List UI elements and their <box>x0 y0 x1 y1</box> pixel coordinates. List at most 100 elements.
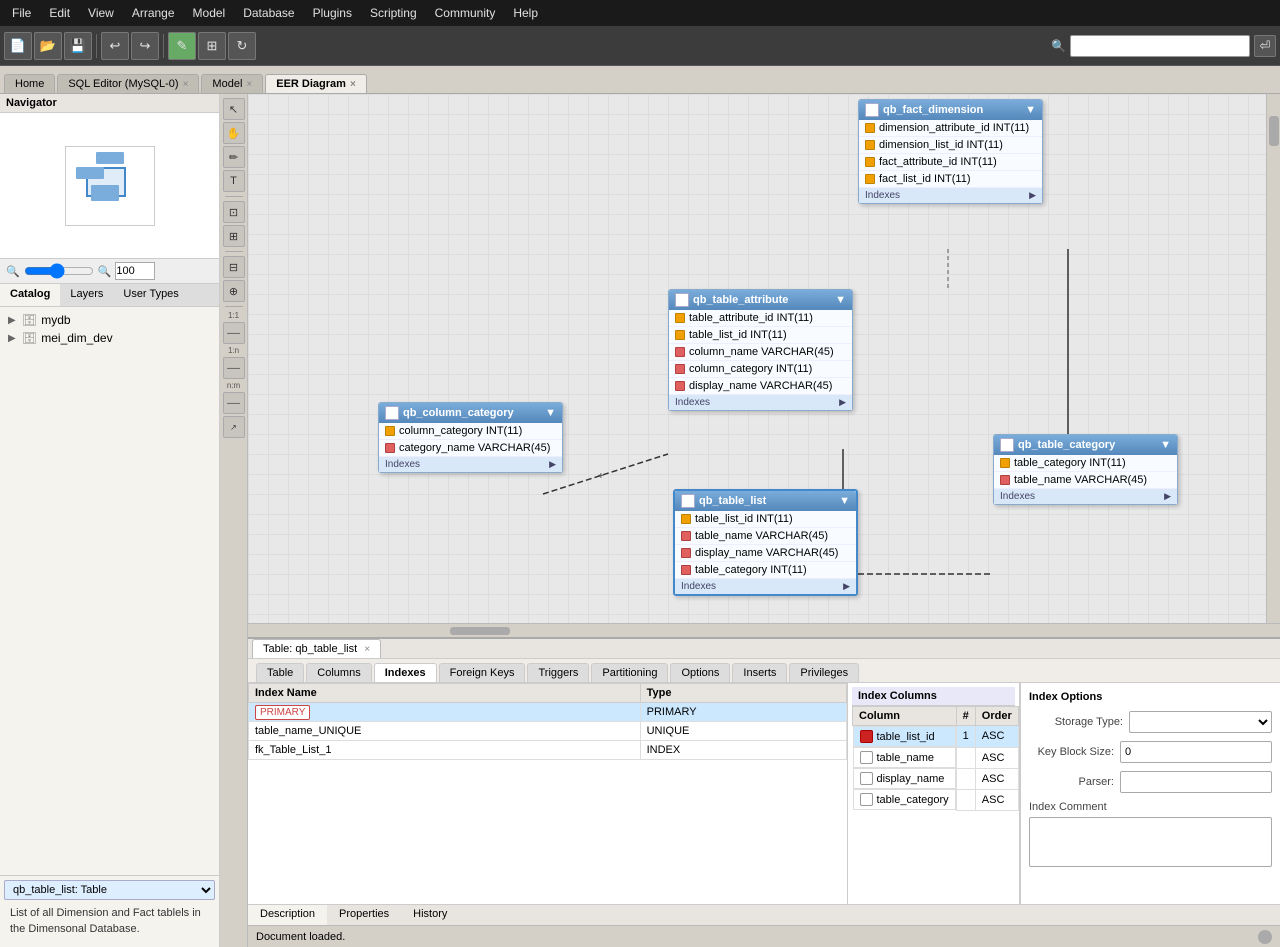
ic-row-display-name[interactable]: display_name ASC 0 <box>853 768 1021 789</box>
navigator-preview[interactable] <box>0 113 219 258</box>
eer-indexes-attr[interactable]: Indexes ▶ <box>669 395 852 410</box>
tab-eer-diagram[interactable]: EER Diagram × <box>265 74 367 93</box>
vscroll-thumb[interactable] <box>1269 116 1279 146</box>
te-tab-columns[interactable]: Columns <box>306 663 371 682</box>
eer-field-attr-4[interactable]: column_category INT(11) <box>669 361 852 378</box>
eer-field-fact-dim-4[interactable]: fact_list_id INT(11) <box>859 171 1042 188</box>
index-row-primary[interactable]: PRIMARY PRIMARY <box>249 703 847 722</box>
diagram-hscroll[interactable] <box>248 623 1280 637</box>
tab-model[interactable]: Model × <box>201 74 263 93</box>
eer-table-qb-table-attribute[interactable]: qb_table_attribute ▼ table_attribute_id … <box>668 289 853 411</box>
pencil-tool-button[interactable]: ✏ <box>223 146 245 168</box>
key-block-size-input[interactable] <box>1120 741 1272 763</box>
bottom-tab-close[interactable]: × <box>364 644 370 655</box>
menu-database[interactable]: Database <box>235 4 302 22</box>
eer-indexes-col-cat[interactable]: Indexes ▶ <box>379 457 562 472</box>
zoom-out-icon[interactable]: 🔍 <box>6 265 20 278</box>
save-button[interactable]: 💾 <box>64 32 92 60</box>
storage-type-select[interactable] <box>1129 711 1272 733</box>
footer-tab-description[interactable]: Description <box>248 905 327 925</box>
menu-arrange[interactable]: Arrange <box>124 4 183 22</box>
select-tool-button[interactable]: ↖ <box>223 98 245 120</box>
te-tab-foreign-keys[interactable]: Foreign Keys <box>439 663 526 682</box>
index-comment-textarea[interactable] <box>1029 817 1272 867</box>
sidebar-tab-catalog[interactable]: Catalog <box>0 284 60 306</box>
zoom-fit-button[interactable]: ⊡ <box>223 201 245 223</box>
relation-1-1-button[interactable]: ── <box>223 322 245 344</box>
eer-field-fact-dim-1[interactable]: dimension_attribute_id INT(11) <box>859 120 1042 137</box>
eer-table-qb-table-category[interactable]: qb_table_category ▼ table_category INT(1… <box>993 434 1178 505</box>
tab-home[interactable]: Home <box>4 74 55 93</box>
sidebar-tab-user-types[interactable]: User Types <box>113 284 188 306</box>
te-tab-inserts[interactable]: Inserts <box>732 663 787 682</box>
eer-indexes-fact-dim[interactable]: Indexes ▶ <box>859 188 1042 203</box>
footer-tab-history[interactable]: History <box>401 905 459 925</box>
relation-n-m-button[interactable]: ── <box>223 392 245 414</box>
new-button[interactable]: 📄 <box>4 32 32 60</box>
expand-icon-tbl-cat[interactable]: ▼ <box>1160 439 1171 451</box>
ic-cell-check-4[interactable]: table_category <box>853 789 956 810</box>
ic-row-table-name[interactable]: table_name ASC 0 <box>853 747 1021 768</box>
te-tab-options[interactable]: Options <box>670 663 730 682</box>
tab-sql-editor-close[interactable]: × <box>183 79 189 90</box>
eer-table-qb-fact-dimension[interactable]: qb_fact_dimension ▼ dimension_attribute_… <box>858 99 1043 204</box>
index-row-fk[interactable]: fk_Table_List_1 INDEX <box>249 741 847 760</box>
copy-table-button[interactable]: ⊕ <box>223 280 245 302</box>
footer-tab-properties[interactable]: Properties <box>327 905 401 925</box>
tab-sql-editor[interactable]: SQL Editor (MySQL-0) × <box>57 74 199 93</box>
menu-edit[interactable]: Edit <box>41 4 78 22</box>
eer-field-col-cat-1[interactable]: column_category INT(11) <box>379 423 562 440</box>
menu-help[interactable]: Help <box>505 4 546 22</box>
tab-eer-diagram-close[interactable]: × <box>350 79 356 90</box>
eer-field-tbl-list-2[interactable]: table_name VARCHAR(45) <box>675 528 856 545</box>
zoom-in-icon[interactable]: 🔍 <box>98 265 112 278</box>
search-input[interactable] <box>1070 35 1250 57</box>
text-tool-button[interactable]: T <box>223 170 245 192</box>
ic-cell-check-2[interactable]: table_name <box>853 747 956 768</box>
toggle-button[interactable]: ⊞ <box>198 32 226 60</box>
eer-field-attr-2[interactable]: table_list_id INT(11) <box>669 327 852 344</box>
hscroll-thumb[interactable] <box>450 627 510 635</box>
eer-field-attr-3[interactable]: column_name VARCHAR(45) <box>669 344 852 361</box>
ic-row-table-list-id[interactable]: table_list_id 1 ASC 0 <box>853 726 1021 748</box>
zoom-in-button[interactable]: ⊞ <box>223 225 245 247</box>
refresh-button[interactable]: ↻ <box>228 32 256 60</box>
index-row-unique[interactable]: table_name_UNIQUE UNIQUE <box>249 722 847 741</box>
menu-view[interactable]: View <box>80 4 122 22</box>
eer-field-tbl-cat-1[interactable]: table_category INT(11) <box>994 455 1177 472</box>
parser-input[interactable] <box>1120 771 1272 793</box>
fk-button[interactable]: ↗ <box>223 416 245 438</box>
eer-field-col-cat-2[interactable]: category_name VARCHAR(45) <box>379 440 562 457</box>
table-selector-dropdown[interactable]: qb_table_list: Table <box>4 880 215 900</box>
relation-1-n-button[interactable]: ── <box>223 357 245 379</box>
expand-icon-tbl-list[interactable]: ▼ <box>839 495 850 507</box>
ic-row-table-category[interactable]: table_category ASC 0 <box>853 789 1021 810</box>
redo-button[interactable]: ↪ <box>131 32 159 60</box>
diagram-vscroll[interactable] <box>1266 94 1280 623</box>
sidebar-tab-layers[interactable]: Layers <box>60 284 113 306</box>
te-tab-indexes[interactable]: Indexes <box>374 663 437 682</box>
menu-community[interactable]: Community <box>427 4 504 22</box>
eer-field-fact-dim-3[interactable]: fact_attribute_id INT(11) <box>859 154 1042 171</box>
search-submit-button[interactable]: ⏎ <box>1254 35 1276 57</box>
te-tab-privileges[interactable]: Privileges <box>789 663 859 682</box>
ic-cell-check-1[interactable]: table_list_id <box>853 726 956 747</box>
eer-field-fact-dim-2[interactable]: dimension_list_id INT(11) <box>859 137 1042 154</box>
eer-table-qb-table-list[interactable]: qb_table_list ▼ table_list_id INT(11) ta… <box>673 489 858 596</box>
te-tab-table[interactable]: Table <box>256 663 304 682</box>
expand-icon-attr[interactable]: ▼ <box>835 294 846 306</box>
diagram-canvas[interactable]: + qb_fact_dimension ▼ <box>248 94 1266 623</box>
te-tab-partitioning[interactable]: Partitioning <box>591 663 668 682</box>
expand-icon-fact-dim[interactable]: ▼ <box>1025 104 1036 116</box>
expand-icon-col-cat[interactable]: ▼ <box>545 407 556 419</box>
tree-item-mei-dim-dev[interactable]: ▶ 🗄 mei_dim_dev <box>4 329 215 347</box>
eer-table-qb-column-category[interactable]: qb_column_category ▼ column_category INT… <box>378 402 563 473</box>
tab-model-close[interactable]: × <box>246 79 252 90</box>
eer-field-tbl-list-1[interactable]: table_list_id INT(11) <box>675 511 856 528</box>
edit-button[interactable]: ✎ <box>168 32 196 60</box>
menu-file[interactable]: File <box>4 4 39 22</box>
tree-item-mydb[interactable]: ▶ 🗄 mydb <box>4 311 215 329</box>
eer-indexes-tbl-list[interactable]: Indexes ▶ <box>675 579 856 594</box>
eer-field-attr-1[interactable]: table_attribute_id INT(11) <box>669 310 852 327</box>
open-button[interactable]: 📂 <box>34 32 62 60</box>
